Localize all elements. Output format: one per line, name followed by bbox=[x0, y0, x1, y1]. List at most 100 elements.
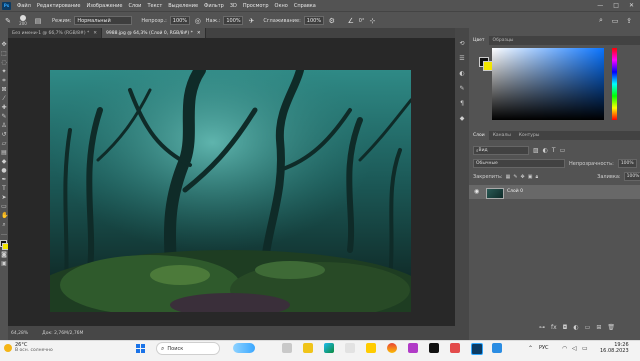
menu-item-view[interactable]: Просмотр bbox=[240, 3, 272, 9]
tab-channels[interactable]: Каналы bbox=[489, 131, 515, 140]
minimize-button[interactable]: — bbox=[597, 2, 603, 9]
more-tools-icon[interactable]: … bbox=[1, 231, 7, 237]
healing-tool-icon[interactable]: ✚ bbox=[1, 105, 7, 111]
menu-item-image[interactable]: Изображение bbox=[83, 3, 125, 9]
start-button[interactable] bbox=[136, 344, 145, 353]
angle-value[interactable]: 0° bbox=[359, 18, 365, 24]
visibility-eye-icon[interactable]: ◉ bbox=[474, 188, 479, 195]
pressure-input[interactable]: 100% bbox=[223, 16, 244, 25]
tab-9988[interactable]: 9988.jpg @ 64,3% (Слой 0, RGB/8#) * ✕ bbox=[102, 28, 206, 38]
chrome-icon[interactable] bbox=[387, 343, 397, 353]
pen-tool-icon[interactable]: ✒ bbox=[1, 177, 7, 183]
brush-tool-button-icon[interactable]: ✎ bbox=[1, 114, 7, 120]
filter-type-icon[interactable]: T bbox=[552, 147, 556, 154]
task-view-icon[interactable] bbox=[282, 343, 292, 353]
filter-shape-icon[interactable]: ▭ bbox=[560, 147, 566, 154]
frame-tool-icon[interactable]: ⊠ bbox=[1, 87, 7, 93]
close-button[interactable]: ✕ bbox=[629, 2, 634, 9]
tray-chevron-icon[interactable]: ⌃ bbox=[528, 345, 533, 352]
fx-icon[interactable]: fx bbox=[551, 324, 557, 331]
workspace-icon[interactable]: ▭ bbox=[610, 16, 620, 25]
quick-mask-icon[interactable]: ◙ bbox=[1, 252, 7, 258]
share-icon[interactable]: ⇪ bbox=[624, 16, 634, 25]
app3-icon[interactable] bbox=[492, 343, 502, 353]
hue-slider[interactable] bbox=[612, 48, 617, 120]
file-explorer-icon[interactable] bbox=[303, 343, 313, 353]
filter-image-icon[interactable]: ▨ bbox=[533, 147, 539, 154]
eraser-tool-icon[interactable]: ▱ bbox=[1, 141, 7, 147]
type-tool-icon[interactable]: T bbox=[1, 186, 7, 192]
color-swatches[interactable] bbox=[0, 240, 9, 250]
clock[interactable]: 19:26 16.08.2023 bbox=[600, 342, 629, 354]
weather-widget[interactable]: 26°C В осн. солнечно bbox=[4, 342, 53, 353]
brush-preset-picker[interactable]: 200 bbox=[16, 15, 30, 26]
menu-item-edit[interactable]: Редактирование bbox=[34, 3, 84, 9]
lock-artboard-icon[interactable]: ▣ bbox=[528, 174, 533, 180]
menu-item-text[interactable]: Текст bbox=[144, 3, 165, 9]
tab-color[interactable]: Цвет bbox=[469, 36, 489, 45]
marquee-tool-icon[interactable]: ⬚ bbox=[1, 51, 7, 57]
tab-layers[interactable]: Слои bbox=[469, 131, 489, 140]
airbrush-icon[interactable]: ✈ bbox=[246, 16, 256, 25]
photoshop-taskbar-icon[interactable] bbox=[471, 343, 483, 355]
crop-tool-icon[interactable]: ⌗ bbox=[1, 78, 7, 84]
dodge-tool-icon[interactable]: ● bbox=[1, 168, 7, 174]
taskbar-promo-icon[interactable] bbox=[233, 343, 255, 353]
battery-icon[interactable]: ▭ bbox=[582, 345, 588, 352]
layer-name[interactable]: Слой 0 bbox=[507, 189, 523, 194]
delete-layer-icon[interactable]: 🗑︎ bbox=[607, 324, 615, 331]
app-icon[interactable] bbox=[408, 343, 418, 353]
path-select-tool-icon[interactable]: ➤ bbox=[1, 195, 7, 201]
lock-pixels-icon[interactable]: ▦ bbox=[506, 174, 511, 180]
tab-swatches[interactable]: Образцы bbox=[489, 36, 518, 45]
eyedropper-tool-icon[interactable]: ⁄ bbox=[1, 96, 7, 102]
menu-item-filter[interactable]: Фильтр bbox=[201, 3, 227, 9]
filter-adjust-icon[interactable]: ◐ bbox=[543, 147, 548, 154]
paragraph-panel-icon[interactable]: ¶ bbox=[460, 100, 464, 107]
language-indicator[interactable]: РУС bbox=[539, 345, 549, 351]
menu-item-help[interactable]: Справка bbox=[291, 3, 319, 9]
properties-panel-icon[interactable]: ☰ bbox=[459, 55, 464, 62]
quick-select-tool-icon[interactable]: ✦ bbox=[1, 69, 7, 75]
color-picker-field[interactable] bbox=[492, 48, 604, 120]
lock-all-icon[interactable]: 🔒︎ bbox=[535, 174, 538, 180]
screen-mode-icon[interactable]: ▣ bbox=[1, 261, 7, 267]
tab-untitled[interactable]: Без имени-1 @ 66,7% (RGB/8#) * ✕ bbox=[8, 28, 103, 38]
blend-mode-select[interactable]: Обычные bbox=[473, 159, 565, 168]
stamp-tool-icon[interactable]: ♙ bbox=[1, 123, 7, 129]
blur-tool-icon[interactable]: ◆ bbox=[1, 159, 7, 165]
close-tab-icon[interactable]: ✕ bbox=[93, 31, 97, 36]
gradient-tool-icon[interactable]: ▤ bbox=[1, 150, 7, 156]
maximize-button[interactable]: □ bbox=[613, 2, 619, 9]
menu-item-select[interactable]: Выделение bbox=[165, 3, 201, 9]
tab-paths[interactable]: Контуры bbox=[515, 131, 544, 140]
menu-item-file[interactable]: Файл bbox=[14, 3, 34, 9]
adjustment-layer-icon[interactable]: ◐ bbox=[573, 324, 578, 331]
zoom-tool-icon[interactable]: ⌕ bbox=[1, 222, 7, 228]
brush-settings-icon[interactable]: ▤ bbox=[33, 16, 43, 25]
smoothing-input[interactable]: 100% bbox=[303, 16, 324, 25]
history-panel-icon[interactable]: ⟲ bbox=[459, 40, 464, 47]
layer-thumbnail[interactable] bbox=[486, 188, 504, 199]
brushes-panel-icon[interactable]: ✎ bbox=[459, 85, 464, 92]
wifi-icon[interactable]: ◠ bbox=[562, 345, 567, 352]
menu-item-3d[interactable]: 3D bbox=[227, 3, 240, 9]
tiktok-icon[interactable] bbox=[429, 343, 439, 353]
group-icon[interactable]: ▭ bbox=[585, 324, 591, 331]
adjustments-panel-icon[interactable]: ◐ bbox=[459, 70, 464, 77]
new-layer-icon[interactable]: ⊞ bbox=[596, 324, 601, 331]
shapes-panel-icon[interactable]: ◆ bbox=[460, 115, 465, 122]
document-image[interactable] bbox=[50, 70, 411, 312]
zoom-level[interactable]: 64,28% bbox=[11, 331, 28, 336]
yandex-icon[interactable] bbox=[366, 343, 376, 353]
layer-filter-select[interactable]: ⌕ Вид bbox=[473, 146, 529, 155]
history-brush-tool-icon[interactable]: ↺ bbox=[1, 132, 7, 138]
link-layers-icon[interactable]: ⊶ bbox=[539, 324, 545, 331]
search-icon[interactable]: ⌕ bbox=[596, 16, 606, 25]
lock-paint-icon[interactable]: ✎ bbox=[513, 174, 517, 180]
lasso-tool-icon[interactable]: ◌ bbox=[1, 60, 7, 66]
fill-input[interactable]: 100% bbox=[623, 172, 640, 181]
app2-icon[interactable] bbox=[450, 343, 460, 353]
opacity-input[interactable]: 100% bbox=[169, 16, 190, 25]
taskbar-search[interactable]: ⌕ Поиск bbox=[156, 342, 220, 355]
